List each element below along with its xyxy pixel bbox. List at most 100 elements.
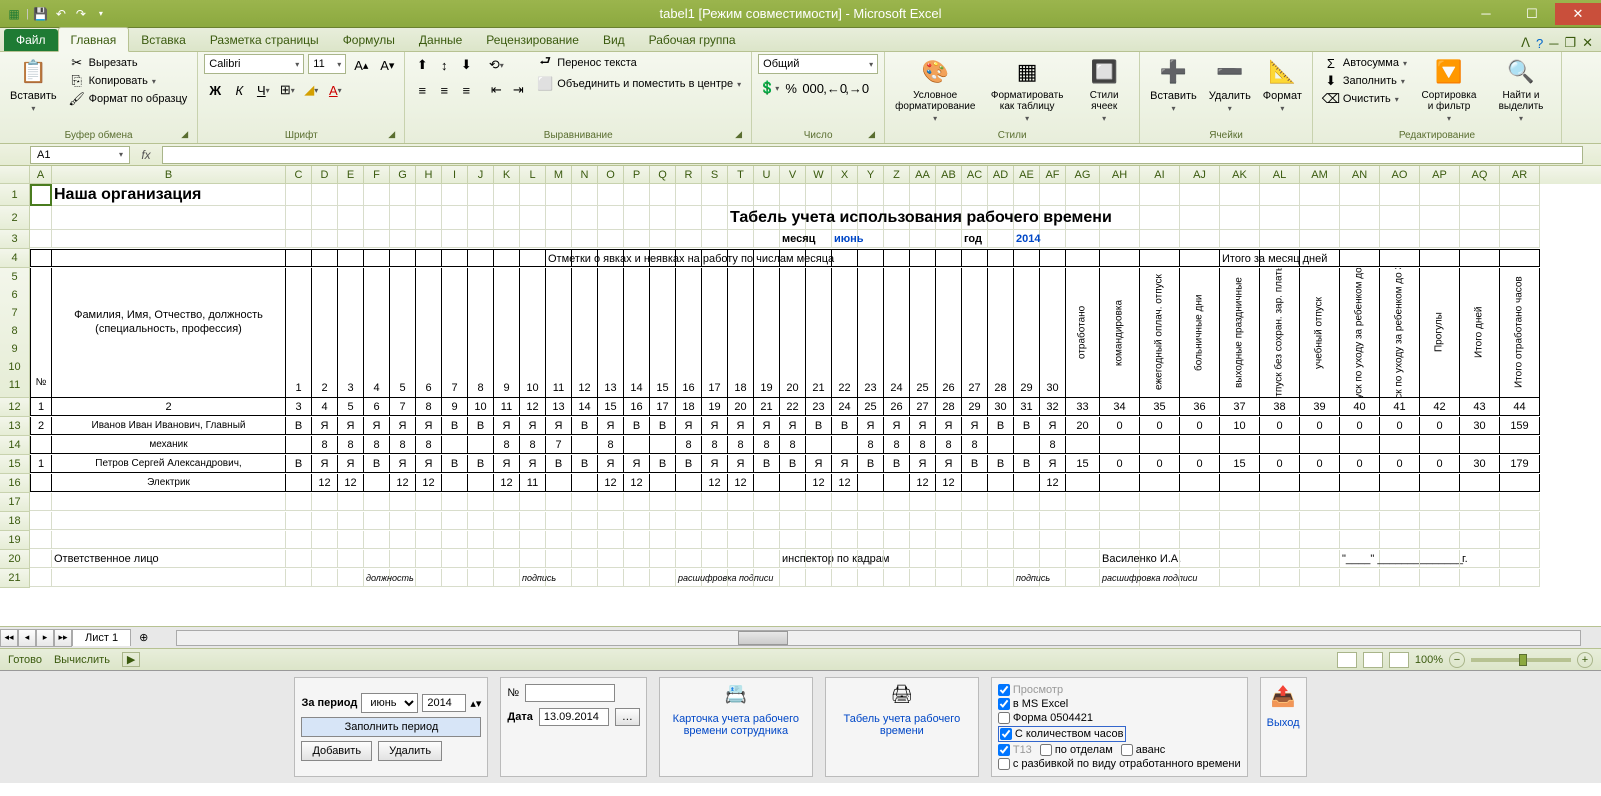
cell[interactable]: 8	[494, 436, 520, 454]
cell[interactable]	[1380, 569, 1420, 587]
cell[interactable]: 12	[312, 474, 338, 492]
cell[interactable]	[30, 249, 52, 267]
cell[interactable]	[1014, 493, 1040, 511]
cell[interactable]	[650, 230, 676, 248]
cell[interactable]: Прогулы	[1420, 268, 1460, 398]
cell[interactable]: Я	[338, 455, 364, 473]
cell[interactable]: Я	[962, 417, 988, 435]
col-header[interactable]: G	[390, 166, 416, 184]
cell[interactable]	[442, 230, 468, 248]
cell[interactable]	[806, 569, 832, 587]
cell[interactable]	[364, 206, 390, 230]
cell[interactable]: 8	[962, 436, 988, 454]
col-header[interactable]: AD	[988, 166, 1014, 184]
cell[interactable]	[1220, 512, 1260, 530]
cell[interactable]: 18	[676, 398, 702, 416]
cell[interactable]	[1380, 550, 1420, 568]
cell[interactable]	[1066, 230, 1100, 248]
cell[interactable]: 31	[1014, 398, 1040, 416]
cell[interactable]	[1460, 249, 1500, 267]
cell[interactable]: 12	[338, 474, 364, 492]
cell[interactable]: 41	[1380, 398, 1420, 416]
cell[interactable]	[884, 531, 910, 549]
cell[interactable]: Я	[728, 417, 754, 435]
cell[interactable]: 9	[442, 398, 468, 416]
cell[interactable]: г.	[1460, 550, 1500, 568]
cell[interactable]	[1100, 474, 1140, 492]
row-header[interactable]: 20	[0, 550, 30, 569]
cell[interactable]	[650, 512, 676, 530]
cell[interactable]	[312, 493, 338, 511]
cell[interactable]	[1300, 512, 1340, 530]
cell[interactable]	[884, 550, 910, 568]
cell[interactable]	[832, 512, 858, 530]
cell[interactable]	[468, 230, 494, 248]
cell[interactable]	[598, 493, 624, 511]
cell[interactable]: Я	[884, 417, 910, 435]
cell[interactable]	[936, 184, 962, 206]
shrink-font-button[interactable]: A▾	[376, 54, 398, 76]
cell[interactable]	[1014, 512, 1040, 530]
format-painter-button[interactable]: 🖌Формат по образцу	[65, 90, 192, 108]
redo-icon[interactable]: ↷	[73, 6, 89, 22]
cell[interactable]	[780, 493, 806, 511]
cell[interactable]: 30	[1040, 268, 1066, 398]
macro-record-icon[interactable]: ▶	[122, 652, 140, 667]
row-header[interactable]: 4	[0, 249, 30, 268]
cell[interactable]: В	[962, 455, 988, 473]
cell[interactable]: 12	[806, 474, 832, 492]
cell[interactable]	[494, 184, 520, 206]
cell[interactable]	[832, 550, 858, 568]
cell[interactable]	[1500, 550, 1540, 568]
cell[interactable]: 12	[728, 474, 754, 492]
cell[interactable]	[286, 474, 312, 492]
col-header[interactable]: S	[702, 166, 728, 184]
cell[interactable]: 10	[1220, 417, 1260, 435]
cell[interactable]: Итого за месяц дней	[1220, 249, 1260, 267]
cell[interactable]: 2014	[1014, 230, 1040, 248]
cell[interactable]: Ответственное лицо	[52, 550, 286, 568]
cell[interactable]: 8	[936, 436, 962, 454]
cell[interactable]	[286, 569, 312, 587]
cell[interactable]: Итого дней	[1460, 268, 1500, 398]
col-header[interactable]: B	[52, 166, 286, 184]
cell[interactable]	[572, 493, 598, 511]
cell[interactable]: 8	[338, 436, 364, 454]
wb-restore-icon[interactable]: ❐	[1564, 35, 1576, 51]
cell[interactable]: 23	[858, 268, 884, 398]
cell[interactable]: В	[754, 455, 780, 473]
col-header[interactable]: O	[598, 166, 624, 184]
cell[interactable]	[416, 230, 442, 248]
cell[interactable]	[468, 249, 494, 267]
cell[interactable]	[286, 512, 312, 530]
cell[interactable]: В	[676, 455, 702, 473]
cell[interactable]	[52, 206, 286, 230]
cell[interactable]	[962, 474, 988, 492]
cell[interactable]	[988, 184, 1014, 206]
cell[interactable]	[364, 550, 390, 568]
cell[interactable]	[598, 249, 624, 267]
cell[interactable]: 11	[546, 268, 572, 398]
cell[interactable]: Я	[312, 417, 338, 435]
cell[interactable]	[364, 249, 390, 267]
cell[interactable]	[364, 493, 390, 511]
cell[interactable]: Я	[416, 455, 442, 473]
cell[interactable]	[30, 550, 52, 568]
cell[interactable]	[30, 493, 52, 511]
cell[interactable]: В	[572, 417, 598, 435]
cell[interactable]: Я	[676, 417, 702, 435]
align-launcher-icon[interactable]: ◢	[735, 129, 747, 141]
cell[interactable]	[650, 474, 676, 492]
cell[interactable]	[1140, 206, 1180, 230]
cell[interactable]	[286, 493, 312, 511]
cell[interactable]	[1380, 436, 1420, 454]
cell[interactable]	[468, 436, 494, 454]
cell[interactable]: 0	[1420, 417, 1460, 435]
format-table-button[interactable]: ▦Форматировать как таблицу▾	[983, 54, 1071, 125]
insert-cells-button[interactable]: ➕Вставить▾	[1146, 54, 1201, 115]
cell[interactable]: 9	[494, 268, 520, 398]
cell[interactable]	[1140, 569, 1180, 587]
cell[interactable]	[806, 230, 832, 248]
decrease-indent-button[interactable]: ⇤	[485, 79, 507, 101]
cell[interactable]	[1340, 184, 1380, 206]
